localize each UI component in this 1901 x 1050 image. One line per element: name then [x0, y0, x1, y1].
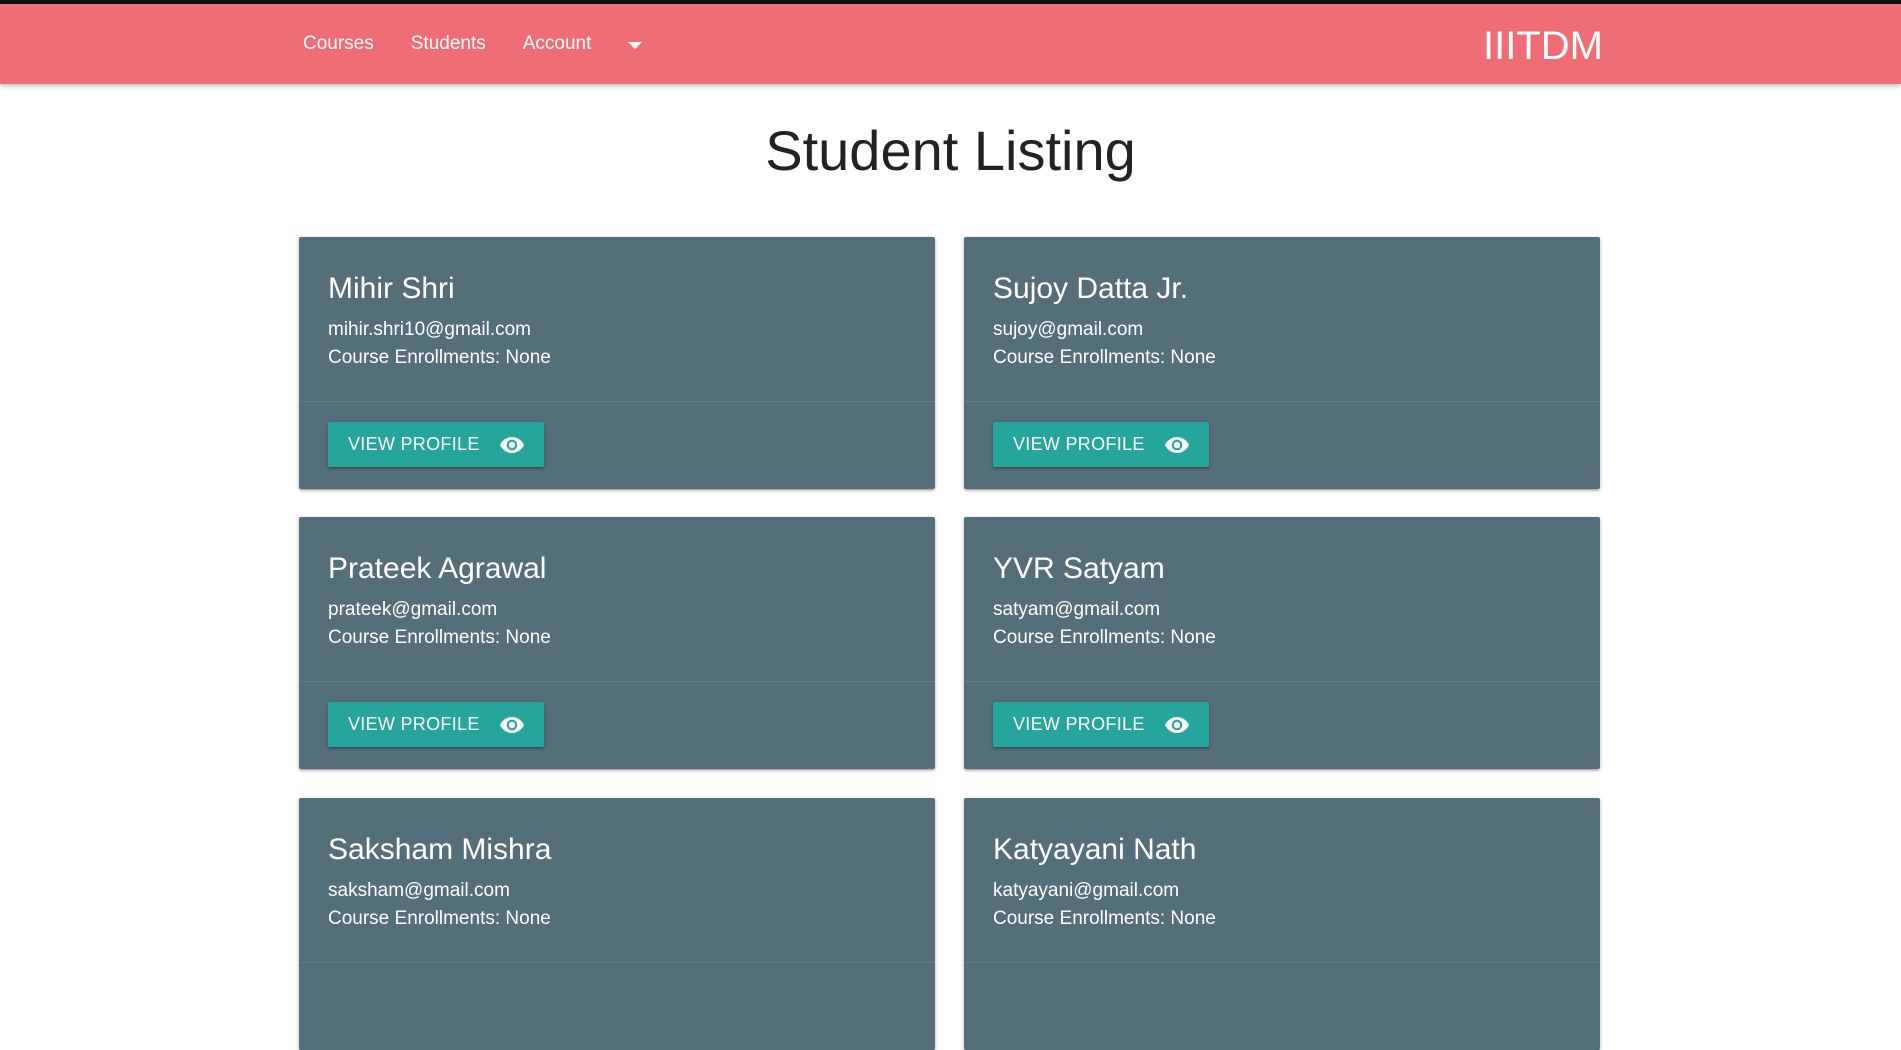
- student-card: YVR Satyam satyam@gmail.com Course Enrol…: [964, 517, 1600, 769]
- nav-link-courses[interactable]: Courses: [303, 33, 374, 55]
- card-content: Sujoy Datta Jr. sujoy@gmail.com Course E…: [964, 237, 1600, 402]
- student-card: Mihir Shri mihir.shri10@gmail.com Course…: [299, 237, 935, 489]
- card-content: Katyayani Nath katyayani@gmail.com Cours…: [964, 798, 1600, 963]
- student-name: Katyayani Nath: [993, 833, 1197, 866]
- student-enrollments: Course Enrollments: None: [993, 627, 1216, 648]
- view-profile-button[interactable]: VIEW PROFILE: [328, 422, 544, 467]
- card-content: Prateek Agrawal prateek@gmail.com Course…: [299, 517, 935, 682]
- caret-down-icon[interactable]: [628, 41, 643, 49]
- card-content: Saksham Mishra saksham@gmail.com Course …: [299, 798, 935, 963]
- card-action: VIEW PROFILE: [299, 402, 935, 487]
- view-profile-label: VIEW PROFILE: [348, 714, 480, 734]
- student-card: Katyayani Nath katyayani@gmail.com Cours…: [964, 798, 1600, 1050]
- nav-link-account[interactable]: Account: [523, 33, 592, 55]
- view-profile-label: VIEW PROFILE: [348, 434, 480, 454]
- eye-icon: [499, 436, 524, 453]
- view-profile-label: VIEW PROFILE: [1013, 434, 1145, 454]
- student-enrollments: Course Enrollments: None: [993, 908, 1216, 929]
- student-email: sujoy@gmail.com: [993, 319, 1144, 340]
- card-action: VIEW PROFILE: [964, 682, 1600, 767]
- student-name: Mihir Shri: [328, 272, 455, 305]
- brand-logo[interactable]: IIITDM: [1483, 4, 1603, 84]
- card-action: VIEW PROFILE: [299, 682, 935, 767]
- student-name: Prateek Agrawal: [328, 552, 547, 585]
- eye-icon: [499, 716, 524, 733]
- student-card: Saksham Mishra saksham@gmail.com Course …: [299, 798, 935, 1050]
- eye-icon: [1164, 716, 1189, 733]
- view-profile-label: VIEW PROFILE: [1013, 714, 1145, 734]
- view-profile-button[interactable]: VIEW PROFILE: [328, 702, 544, 747]
- student-card: Sujoy Datta Jr. sujoy@gmail.com Course E…: [964, 237, 1600, 489]
- student-email: satyam@gmail.com: [993, 599, 1161, 620]
- student-name: YVR Satyam: [993, 552, 1165, 585]
- view-profile-button[interactable]: VIEW PROFILE: [993, 702, 1209, 747]
- student-email: prateek@gmail.com: [328, 599, 498, 620]
- student-enrollments: Course Enrollments: None: [993, 347, 1216, 368]
- card-content: YVR Satyam satyam@gmail.com Course Enrol…: [964, 517, 1600, 682]
- student-enrollments: Course Enrollments: None: [328, 627, 551, 648]
- student-email: mihir.shri10@gmail.com: [328, 319, 532, 340]
- student-name: Sujoy Datta Jr.: [993, 272, 1189, 305]
- card-content: Mihir Shri mihir.shri10@gmail.com Course…: [299, 237, 935, 402]
- student-name: Saksham Mishra: [328, 833, 552, 866]
- view-profile-button[interactable]: VIEW PROFILE: [993, 422, 1209, 467]
- student-email: katyayani@gmail.com: [993, 880, 1180, 901]
- eye-icon: [1164, 436, 1189, 453]
- student-card: Prateek Agrawal prateek@gmail.com Course…: [299, 517, 935, 769]
- nav-link-students[interactable]: Students: [411, 33, 486, 55]
- card-action: VIEW PROFILE: [964, 402, 1600, 487]
- page-title: Student Listing: [765, 119, 1136, 182]
- nav-links: Courses Students Account: [303, 4, 643, 84]
- navbar: Courses Students Account IIITDM: [0, 4, 1901, 84]
- student-enrollments: Course Enrollments: None: [328, 347, 551, 368]
- student-email: saksham@gmail.com: [328, 880, 510, 901]
- student-enrollments: Course Enrollments: None: [328, 908, 551, 929]
